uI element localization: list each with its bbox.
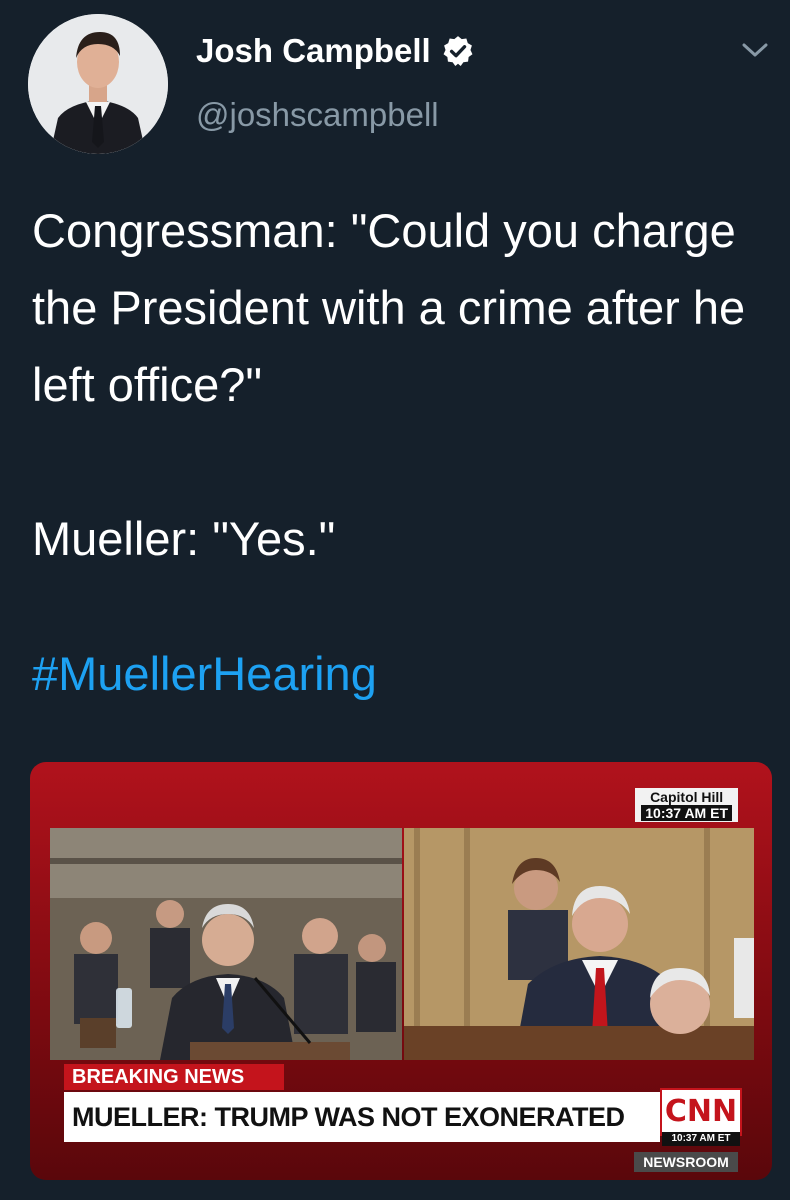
chevron-down-icon[interactable] <box>740 38 770 62</box>
attached-image[interactable]: Capitol Hill 10:37 AM ET BREAKING NEWS M… <box>30 762 772 1180</box>
location-badge: Capitol Hill 10:37 AM ET <box>635 788 738 822</box>
location-label: Capitol Hill <box>650 789 724 805</box>
verified-badge-icon <box>441 34 475 68</box>
show-name-label: NEWSROOM <box>634 1152 738 1172</box>
location-time: 10:37 AM ET <box>641 805 732 821</box>
tweet-card: Josh Campbell @joshscampbell Congressman… <box>0 0 790 1200</box>
tweet-text: Congressman: "Could you charge the Presi… <box>32 192 772 577</box>
hearing-left-panel <box>50 828 402 1060</box>
hashtag-link[interactable]: #MuellerHearing <box>32 646 377 701</box>
display-name-text[interactable]: Josh Campbell <box>196 32 431 70</box>
chyron-headline: MUELLER: TRUMP WAS NOT EXONERATED <box>64 1092 660 1142</box>
network-logo: CNN <box>660 1088 742 1136</box>
tweet-text-line-2: Mueller: "Yes." <box>32 512 336 565</box>
hearing-right-panel <box>404 828 754 1060</box>
logo-time: 10:37 AM ET <box>662 1132 740 1146</box>
author-handle[interactable]: @joshscampbell <box>196 96 439 134</box>
avatar-photo <box>28 14 168 154</box>
author-display-name[interactable]: Josh Campbell <box>196 32 475 70</box>
tweet-text-line-1: Congressman: "Could you charge the Presi… <box>32 204 746 411</box>
breaking-news-label: BREAKING NEWS <box>64 1064 284 1090</box>
author-avatar[interactable] <box>28 14 168 154</box>
